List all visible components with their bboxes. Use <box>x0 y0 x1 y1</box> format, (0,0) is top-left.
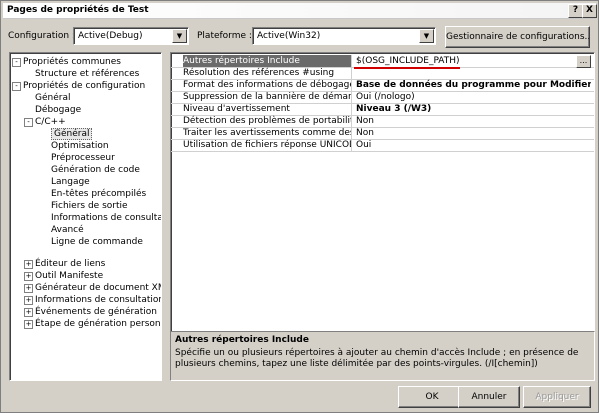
tree-item[interactable]: Structure et références <box>35 68 139 80</box>
tree-item[interactable]: En-têtes précompilés <box>51 188 146 200</box>
tree-item[interactable]: Propriétés communes <box>23 56 121 68</box>
tree-item-label: Langage <box>51 177 90 187</box>
cancel-button[interactable]: Annuler <box>458 386 520 408</box>
tree-item-label: Ligne de commande <box>51 237 143 247</box>
tree-item-label: En-têtes précompilés <box>51 189 147 199</box>
tree-item[interactable]: Générateur de document XML <box>35 282 162 294</box>
tree-item-label: Structure et références <box>35 69 140 79</box>
tree-item-label: C/C++ <box>35 117 66 127</box>
title-bar: Pages de propriétés de Test ? X <box>3 3 597 19</box>
tree-item[interactable]: Ligne de commande <box>51 236 143 248</box>
expand-icon[interactable]: + <box>24 320 33 329</box>
property-value[interactable]: Niveau 3 (/W3) <box>356 103 591 115</box>
tree-item-label: Général <box>35 93 71 103</box>
tree-item-label: Événements de génération <box>35 307 157 317</box>
platform-select[interactable]: Active(Win32) ▼ <box>252 27 436 45</box>
window-title: Pages de propriétés de Test <box>7 5 149 15</box>
configuration-label: Configuration : <box>8 31 75 41</box>
configuration-value: Active(Debug) <box>78 31 143 41</box>
property-value[interactable]: Non <box>356 115 591 127</box>
tree-item[interactable]: Outil Manifeste <box>35 270 103 282</box>
tree-item[interactable]: Avancé <box>51 224 84 236</box>
expand-icon[interactable]: + <box>24 272 33 281</box>
property-pages-dialog: Pages de propriétés de Test ? X Configur… <box>0 0 599 413</box>
collapse-icon[interactable]: - <box>12 82 21 91</box>
tree-item[interactable]: Étape de génération personnalisée <box>35 318 161 330</box>
tree-item[interactable]: Fichiers de sortie <box>51 200 128 212</box>
tree-item-label: Outil Manifeste <box>35 271 104 281</box>
configuration-select[interactable]: Active(Debug) ▼ <box>73 27 189 45</box>
expand-icon[interactable]: + <box>24 284 33 293</box>
property-tree[interactable]: - Propriétés communes Structure et référen… <box>9 52 162 381</box>
property-row[interactable]: Utilisation de fichiers réponse UNICODE O… <box>171 139 594 152</box>
tree-item[interactable]: Langage <box>51 176 90 188</box>
tree-item-label: Génération de code <box>51 165 140 175</box>
property-name: Autres répertoires Include <box>183 55 352 67</box>
tree-item[interactable]: Général <box>35 92 70 104</box>
tree-item[interactable]: Propriétés de configuration <box>23 80 145 92</box>
description-panel: Autres répertoires Include Spécifie un o… <box>170 331 595 381</box>
chevron-down-icon[interactable]: ▼ <box>172 29 187 43</box>
tree-item[interactable]: Éditeur de liens <box>35 258 105 270</box>
tree-item-label: Propriétés communes <box>23 57 121 67</box>
tree-item-label: Fichiers de sortie <box>51 201 128 211</box>
property-name: Niveau d'avertissement <box>183 103 352 115</box>
tree-item[interactable]: Préprocesseur <box>51 152 115 164</box>
expand-icon[interactable]: + <box>24 308 33 317</box>
tree-item-label: Optimisation <box>51 141 109 151</box>
platform-value: Active(Win32) <box>257 31 321 41</box>
description-text: Spécifie un ou plusieurs répertoires à a… <box>175 348 579 369</box>
property-name: Résolution des références #using <box>183 67 352 79</box>
tree-item[interactable]: Général <box>51 128 93 140</box>
tree-item[interactable]: C/C++ <box>35 116 66 128</box>
property-value[interactable]: Base de données du programme pour Modifi… <box>356 79 591 91</box>
tree-item-label: Étape de génération personnalisée <box>35 319 161 329</box>
tree-item-label: Éditeur de liens <box>35 259 106 269</box>
tree-item[interactable]: Optimisation <box>51 140 109 152</box>
collapse-icon[interactable]: - <box>24 118 33 127</box>
property-name: Utilisation de fichiers réponse UNICODE <box>183 139 352 151</box>
platform-label: Plateforme : <box>197 31 252 41</box>
collapse-icon[interactable]: - <box>12 58 21 67</box>
tree-item-label: Informations de consultation <box>35 295 162 305</box>
chevron-down-icon[interactable]: ▼ <box>419 29 434 43</box>
highlight-underline <box>354 67 460 69</box>
tree-item-label: Préprocesseur <box>51 153 115 163</box>
close-button[interactable]: X <box>582 4 597 18</box>
help-button[interactable]: ? <box>568 4 583 18</box>
property-name: Détection des problèmes de portabilité 6… <box>183 115 352 127</box>
ok-button[interactable]: OK <box>398 386 466 408</box>
description-title: Autres répertoires Include <box>175 335 309 345</box>
apply-button[interactable]: Appliquer <box>523 386 591 408</box>
property-value[interactable]: $(OSG_INCLUDE_PATH) <box>356 55 591 67</box>
tree-item[interactable]: Informations de consultation <box>51 212 161 224</box>
expand-icon[interactable]: + <box>24 296 33 305</box>
property-name: Format des informations de débogage <box>183 79 352 91</box>
tree-item[interactable]: Événements de génération <box>35 306 157 318</box>
configuration-manager-button[interactable]: Gestionnaire de configurations... <box>445 26 590 48</box>
tree-item-label: Débogage <box>35 105 82 115</box>
expand-icon[interactable]: + <box>24 260 33 269</box>
tree-item[interactable]: Informations de consultation <box>35 294 162 306</box>
property-value[interactable]: Oui <box>356 139 591 151</box>
property-value[interactable]: Oui (/nologo) <box>356 91 591 103</box>
tree-item-label: Propriétés de configuration <box>23 81 146 91</box>
tree-item[interactable]: Génération de code <box>51 164 140 176</box>
property-name: Traiter les avertissements comme des err… <box>183 127 352 139</box>
tree-item-label: Informations de consultation <box>51 213 161 223</box>
tree-item-label: Général <box>51 128 93 140</box>
property-name: Suppression de la bannière de démarrage <box>183 91 352 103</box>
property-grid[interactable]: Autres répertoires Include $(OSG_INCLUDE_… <box>170 52 595 332</box>
property-value[interactable]: Non <box>356 127 591 139</box>
tree-item-label: Générateur de document XML <box>35 283 162 293</box>
tree-item[interactable]: Débogage <box>35 104 81 116</box>
tree-item-label: Avancé <box>51 225 84 235</box>
